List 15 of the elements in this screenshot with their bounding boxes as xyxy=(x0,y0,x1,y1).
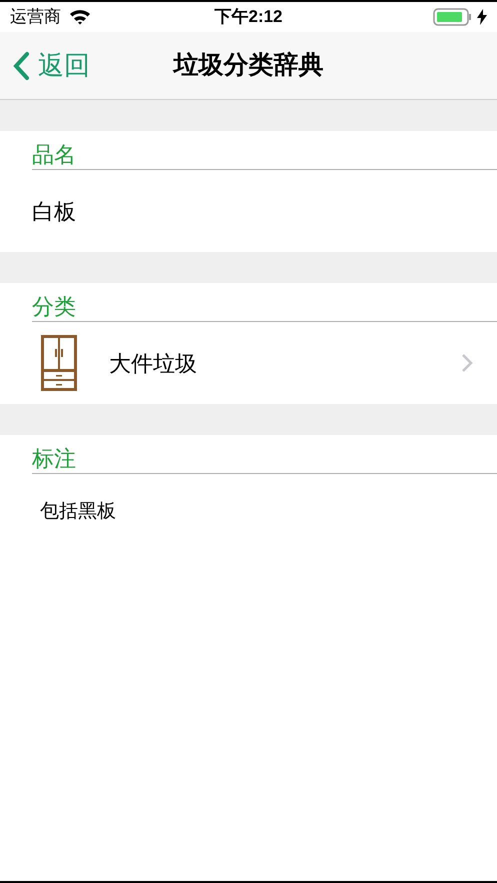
back-chevron-icon xyxy=(12,50,30,80)
item-name: 白板 xyxy=(32,198,76,226)
wardrobe-icon xyxy=(41,335,77,391)
wifi-icon xyxy=(69,9,91,25)
note-text: 包括黑板 xyxy=(40,501,116,522)
clock-time: 下午2:12 xyxy=(214,6,283,28)
charging-bolt-icon xyxy=(477,9,487,25)
battery-icon xyxy=(433,8,473,26)
section-header: 标注 xyxy=(32,445,76,473)
page-title: 垃圾分类辞典 xyxy=(174,50,324,81)
chevron-right-icon xyxy=(461,353,473,373)
category-name: 大件垃圾 xyxy=(109,350,198,378)
section-header: 品名 xyxy=(32,141,76,169)
carrier-name: 运营商 xyxy=(10,6,61,28)
section-header: 分类 xyxy=(32,293,76,321)
